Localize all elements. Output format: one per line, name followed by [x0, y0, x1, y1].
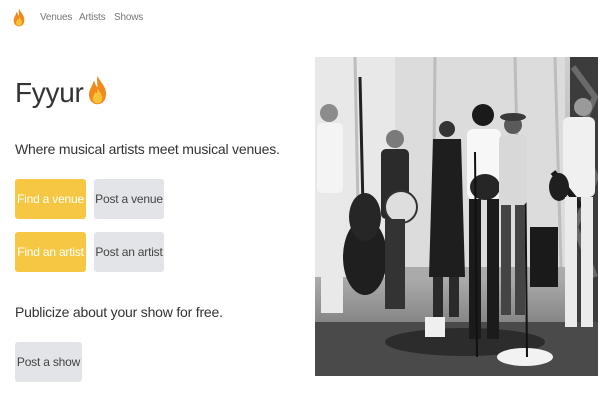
nav-link-venues[interactable]: Venues	[40, 12, 72, 23]
post-venue-button[interactable]: Post a venue	[94, 179, 164, 219]
nav-link-shows[interactable]: Shows	[114, 12, 143, 23]
page-title-text: Fyyur	[15, 77, 84, 108]
post-artist-button[interactable]: Post an artist	[94, 232, 164, 272]
post-show-button[interactable]: Post a show	[15, 342, 82, 382]
page-title: Fyyur	[15, 73, 107, 109]
flame-icon	[88, 73, 107, 107]
find-artist-button[interactable]: Find an artist	[15, 232, 86, 272]
flame-icon[interactable]	[13, 8, 25, 27]
tagline: Where musical artists meet musical venue…	[15, 141, 280, 157]
band-photo	[315, 57, 598, 376]
find-venue-button[interactable]: Find a venue	[15, 179, 86, 219]
band-photo-image	[315, 57, 598, 376]
nav-link-artists[interactable]: Artists	[79, 12, 106, 23]
promo-text: Publicize about your show for free.	[15, 304, 223, 320]
